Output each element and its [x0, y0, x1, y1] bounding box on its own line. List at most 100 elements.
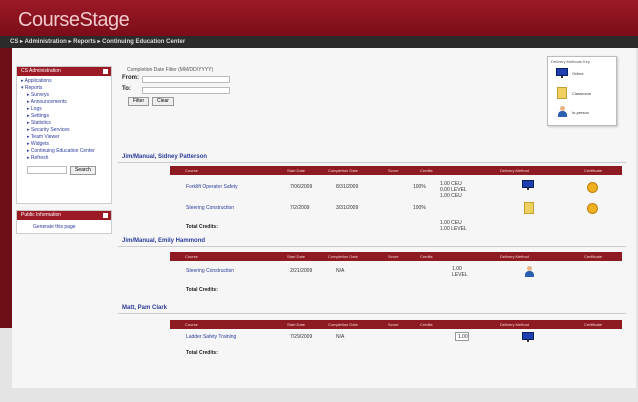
filter-button[interactable]: Filter — [128, 97, 150, 106]
completion-date: 8/31/2009 — [336, 184, 359, 190]
col-course[interactable]: Course — [185, 322, 198, 327]
table-header: Course Start Date Completion Date Score … — [170, 320, 622, 329]
monitor-icon — [522, 332, 534, 342]
legend-inperson-label: In-person — [572, 110, 589, 115]
credits: 1.00 CEU 0.00 LEVEL 1.00 CEU — [440, 181, 467, 199]
sidebar-item[interactable]: ▸ Logs — [21, 106, 107, 113]
filter-title: Completion Date Filter (MM/DD/YYYY) — [127, 67, 214, 73]
certificate-icon[interactable] — [587, 182, 598, 193]
col-credits[interactable]: Credits — [420, 168, 433, 173]
sidebar-item[interactable]: ▾ Reports — [21, 85, 107, 92]
sidebar-item[interactable]: ▸ Team Viewer — [21, 134, 107, 141]
completion-date: N/A — [336, 268, 345, 274]
course-link[interactable]: Steering Construction — [186, 205, 234, 211]
score: 100% — [413, 205, 426, 211]
total-credits-label: Total Credits: — [186, 287, 218, 293]
sidebar-item[interactable]: ▸ Widgets — [21, 141, 107, 148]
sidebar-item[interactable]: ▸ Security Services — [21, 127, 107, 134]
col-certificate[interactable]: Certificate — [584, 254, 602, 259]
section-title[interactable]: Jim/Manual, Emily Hammond — [122, 238, 205, 244]
start-date: 7/29/2009 — [290, 334, 313, 340]
credits: 1.00 LEVEL — [452, 266, 468, 278]
col-credits[interactable]: Credits — [420, 254, 433, 259]
from-date-input[interactable] — [142, 76, 230, 83]
completion-date: N/A — [336, 334, 345, 340]
legend-inperson: In-person — [554, 106, 614, 120]
person-icon — [524, 266, 534, 278]
col-score[interactable]: Score — [388, 254, 398, 259]
app-header: CourseStage — [0, 0, 638, 36]
sidebar-item[interactable]: ▸ Settings — [21, 113, 107, 120]
legend-title: Delivery Methods Key — [551, 59, 590, 64]
admin-nav-title: CS Administration — [21, 68, 61, 74]
nav-search-button[interactable]: Search — [70, 166, 96, 175]
col-start-date[interactable]: Start Date — [287, 168, 305, 173]
col-delivery[interactable]: Delivery Method — [500, 322, 529, 327]
col-course[interactable]: Course — [185, 254, 198, 259]
sidebar-item[interactable]: ▸ Refresh — [21, 155, 107, 162]
collapse-icon[interactable] — [103, 213, 108, 218]
admin-nav-header: CS Administration — [17, 67, 111, 76]
col-score[interactable]: Score — [388, 322, 398, 327]
public-info-header: Public Information — [17, 211, 111, 220]
start-date: 7/2/2009 — [290, 205, 310, 211]
total-credits-value: 1.00 CEU 1.00 LEVEL — [440, 220, 467, 232]
col-completion-date[interactable]: Completion Date — [328, 168, 358, 173]
legend-classroom-label: Classroom — [572, 91, 592, 96]
side-band — [0, 48, 12, 328]
section-divider — [118, 313, 626, 314]
col-score[interactable]: Score — [388, 168, 398, 173]
col-credits[interactable]: Credits — [420, 322, 433, 327]
collapse-icon[interactable] — [103, 69, 108, 74]
course-link[interactable]: Steering Construction — [186, 268, 234, 274]
public-info-panel: Public Information Generate this page — [16, 210, 112, 234]
col-start-date[interactable]: Start Date — [287, 322, 305, 327]
total-credits-label: Total Credits: — [186, 350, 218, 356]
legend-online-label: Online — [572, 71, 584, 76]
breadcrumb[interactable]: CS ▸ Administration ▸ Reports ▸ Continui… — [0, 36, 638, 48]
certificate-icon[interactable] — [587, 203, 598, 214]
sidebar-item[interactable]: ▸ Continuing Education Center — [21, 148, 107, 155]
section-title[interactable]: Jim/Manual, Sidney Patterson — [122, 154, 207, 160]
table-header: Course Start Date Completion Date Score … — [170, 252, 622, 261]
completion-date: 3/31/2009 — [336, 205, 359, 211]
col-certificate[interactable]: Certificate — [584, 168, 602, 173]
delivery-methods-key: Delivery Methods Key Online Classroom In… — [547, 56, 617, 126]
admin-nav-panel: CS Administration ▸ Applications ▾ Report… — [16, 66, 112, 204]
book-icon — [524, 202, 534, 214]
col-completion-date[interactable]: Completion Date — [328, 322, 358, 327]
brand-logo[interactable]: CourseStage — [18, 9, 130, 32]
start-date: 7/06/2009 — [290, 184, 313, 190]
sidebar-item[interactable]: ▸ Surveys — [21, 92, 107, 99]
legend-online: Online — [554, 67, 614, 81]
clear-button[interactable]: Clear — [152, 97, 174, 106]
generate-page-link[interactable]: Generate this page — [33, 224, 76, 230]
start-date: 2/21/2009 — [290, 268, 313, 274]
col-delivery[interactable]: Delivery Method — [500, 254, 529, 259]
public-info-title: Public Information — [21, 212, 62, 218]
col-completion-date[interactable]: Completion Date — [328, 254, 358, 259]
book-icon — [557, 87, 567, 99]
sidebar-item[interactable]: ▸ Announcements — [21, 99, 107, 106]
col-delivery[interactable]: Delivery Method — [500, 168, 529, 173]
to-label: To: — [122, 86, 131, 92]
sidebar-item[interactable]: ▸ Statistics — [21, 120, 107, 127]
to-date-input[interactable] — [142, 87, 230, 94]
section-divider — [118, 246, 626, 247]
section-divider — [118, 162, 626, 163]
total-credits-label: Total Credits: — [186, 224, 218, 230]
sidebar-item[interactable]: ▸ Applications — [21, 78, 107, 85]
person-icon — [557, 106, 567, 118]
monitor-icon — [556, 68, 568, 78]
course-link[interactable]: Forklift Operator Safety — [186, 184, 238, 190]
monitor-icon — [522, 180, 534, 190]
col-certificate[interactable]: Certificate — [584, 322, 602, 327]
nav-search-row: Search — [17, 164, 111, 177]
from-label: From: — [122, 75, 139, 81]
nav-search-input[interactable] — [27, 166, 67, 174]
col-start-date[interactable]: Start Date — [287, 254, 305, 259]
legend-classroom: Classroom — [554, 87, 614, 101]
course-link[interactable]: Ladder Safety Training — [186, 334, 236, 340]
col-course[interactable]: Course — [185, 168, 198, 173]
section-title[interactable]: Matt, Pam Clark — [122, 305, 167, 311]
